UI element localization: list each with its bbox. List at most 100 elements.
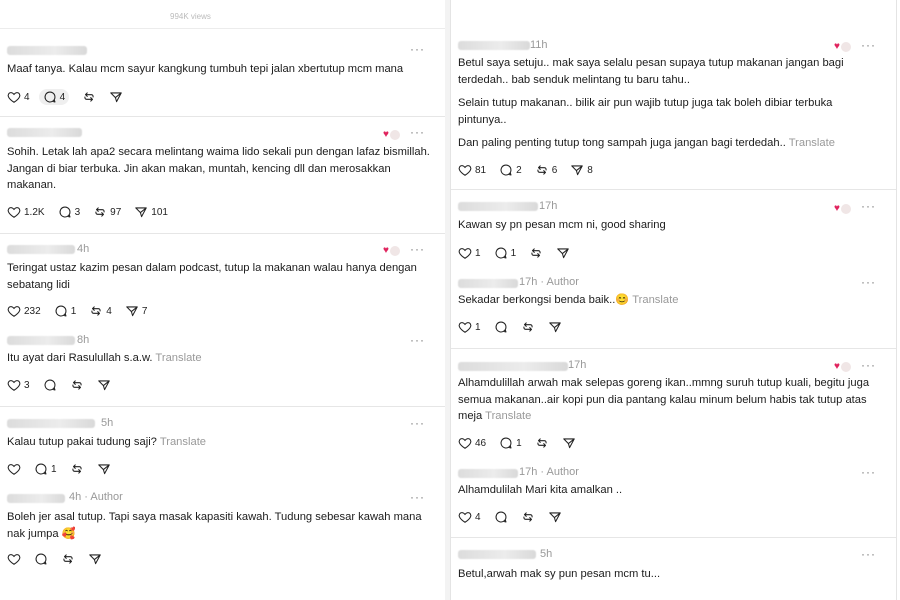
comment-card[interactable]: 11h ♥ ··· Betul saya setuju.. mak saya s… bbox=[451, 33, 896, 190]
more-options-icon[interactable]: ··· bbox=[410, 416, 425, 430]
share-button[interactable] bbox=[548, 319, 562, 335]
share-button[interactable]: 7 bbox=[125, 303, 147, 319]
more-options-icon[interactable]: ··· bbox=[410, 125, 425, 139]
username-blurred[interactable] bbox=[458, 41, 530, 50]
repost-button[interactable] bbox=[70, 377, 84, 393]
share-button[interactable] bbox=[97, 377, 111, 393]
translate-link[interactable]: Translate bbox=[485, 410, 531, 422]
repost-button[interactable] bbox=[82, 89, 96, 105]
repost-button[interactable] bbox=[535, 435, 549, 451]
reply-button[interactable] bbox=[494, 319, 508, 335]
share-button[interactable] bbox=[109, 89, 123, 105]
like-count: 1 bbox=[475, 321, 481, 333]
username-blurred[interactable] bbox=[458, 550, 536, 559]
comment-time: 5h bbox=[101, 417, 114, 429]
repost-icon bbox=[537, 438, 547, 448]
reply-button[interactable]: 1 bbox=[499, 435, 522, 451]
reply-button[interactable]: 2 bbox=[499, 162, 522, 178]
like-button[interactable]: 1.2K bbox=[7, 204, 45, 220]
more-options-icon[interactable]: ··· bbox=[861, 275, 876, 289]
like-button[interactable]: 81 bbox=[458, 162, 486, 178]
like-button[interactable]: 232 bbox=[7, 303, 41, 319]
more-options-icon[interactable]: ··· bbox=[410, 42, 425, 56]
share-button[interactable] bbox=[97, 461, 111, 477]
repost-button[interactable] bbox=[70, 461, 84, 477]
comment-bubble-icon bbox=[59, 206, 71, 218]
translate-link[interactable]: Translate bbox=[155, 352, 201, 364]
username-blurred[interactable] bbox=[7, 128, 82, 137]
username-blurred[interactable] bbox=[458, 279, 518, 288]
more-options-icon[interactable]: ··· bbox=[410, 490, 425, 504]
reply-button[interactable]: 1 bbox=[494, 245, 516, 261]
reply-button[interactable] bbox=[43, 377, 57, 393]
comment-text: Kalau tutup pakai tudung saji? Translate bbox=[7, 434, 431, 451]
translate-link[interactable]: Translate bbox=[789, 137, 835, 149]
username-blurred[interactable] bbox=[458, 469, 518, 478]
more-options-icon[interactable]: ··· bbox=[410, 242, 425, 256]
reply-button[interactable]: 4 bbox=[38, 89, 70, 105]
share-button[interactable] bbox=[548, 509, 562, 525]
comment-card[interactable]: ♥ ··· Sohih. Letak lah apa2 secara melin… bbox=[0, 117, 445, 234]
repost-button[interactable] bbox=[529, 245, 543, 261]
like-button[interactable]: 46 bbox=[458, 435, 486, 451]
reply-button[interactable]: 1 bbox=[34, 461, 57, 477]
comment-time: 4h bbox=[77, 243, 90, 255]
more-options-icon[interactable]: ··· bbox=[861, 465, 876, 479]
like-button[interactable]: 1 bbox=[458, 245, 481, 261]
more-options-icon[interactable]: ··· bbox=[861, 199, 876, 213]
share-button[interactable] bbox=[562, 435, 576, 451]
repost-icon bbox=[71, 464, 82, 474]
repost-button[interactable] bbox=[61, 551, 75, 567]
comment-text: Maaf tanya. Kalau mcm sayur kangkung tum… bbox=[7, 63, 404, 75]
share-button[interactable] bbox=[88, 551, 102, 567]
repost-icon bbox=[522, 322, 533, 332]
like-button[interactable] bbox=[7, 461, 21, 477]
comment-card[interactable]: ··· Maaf tanya. Kalau mcm sayur kangkung… bbox=[0, 36, 445, 117]
comment-bubble-icon bbox=[35, 553, 47, 565]
username-blurred[interactable] bbox=[458, 362, 568, 371]
username-blurred[interactable] bbox=[7, 419, 95, 428]
comment-card[interactable]: 5h ··· Betul,arwah mak sy pun pesan mcm … bbox=[451, 538, 896, 600]
repost-button[interactable]: 4 bbox=[89, 303, 112, 319]
reply-button[interactable]: 3 bbox=[58, 204, 80, 220]
more-options-icon[interactable]: ··· bbox=[410, 333, 425, 347]
repost-count: 4 bbox=[106, 305, 112, 317]
reply-button[interactable] bbox=[34, 551, 48, 567]
comment-bubble-icon bbox=[495, 511, 507, 523]
repost-button[interactable] bbox=[521, 509, 535, 525]
share-button[interactable] bbox=[556, 245, 570, 261]
username-blurred[interactable] bbox=[7, 245, 75, 254]
heart-outline-icon bbox=[458, 512, 472, 523]
share-button[interactable]: 8 bbox=[570, 162, 593, 178]
like-count: 1 bbox=[475, 247, 481, 259]
like-button[interactable] bbox=[7, 551, 21, 567]
repost-button[interactable]: 6 bbox=[535, 162, 557, 178]
reply-button[interactable] bbox=[494, 509, 508, 525]
translate-link[interactable]: Translate bbox=[160, 436, 206, 448]
send-icon bbox=[135, 207, 148, 218]
share-count: 101 bbox=[151, 206, 168, 218]
username-blurred[interactable] bbox=[7, 46, 87, 55]
more-options-icon[interactable]: ··· bbox=[861, 38, 876, 52]
like-button[interactable]: 4 bbox=[7, 89, 30, 105]
reply-button[interactable]: 1 bbox=[54, 303, 76, 319]
translate-link[interactable]: Translate bbox=[632, 294, 678, 306]
comment-text: Teringat ustaz kazim pesan dalam podcast… bbox=[7, 262, 417, 291]
repost-button[interactable] bbox=[521, 319, 535, 335]
comment-text-p1: Betul saya setuju.. mak saya selalu pesa… bbox=[458, 57, 844, 86]
author-liked-heart-icon: ♥ bbox=[383, 245, 401, 257]
share-button[interactable]: 101 bbox=[134, 204, 168, 220]
more-options-icon[interactable]: ··· bbox=[861, 547, 876, 561]
like-button[interactable]: 4 bbox=[458, 509, 481, 525]
like-count: 3 bbox=[24, 379, 30, 391]
more-options-icon[interactable]: ··· bbox=[861, 358, 876, 372]
username-blurred[interactable] bbox=[7, 494, 65, 503]
like-button[interactable]: 1 bbox=[458, 319, 481, 335]
repost-button[interactable]: 97 bbox=[93, 204, 121, 220]
like-button[interactable]: 3 bbox=[7, 377, 30, 393]
comment-text: Alhamdulillah arwah mak selepas goreng i… bbox=[458, 375, 882, 425]
comment-actions bbox=[7, 551, 115, 567]
username-blurred[interactable] bbox=[7, 336, 75, 345]
username-blurred[interactable] bbox=[458, 202, 538, 211]
repost-icon bbox=[91, 306, 101, 316]
